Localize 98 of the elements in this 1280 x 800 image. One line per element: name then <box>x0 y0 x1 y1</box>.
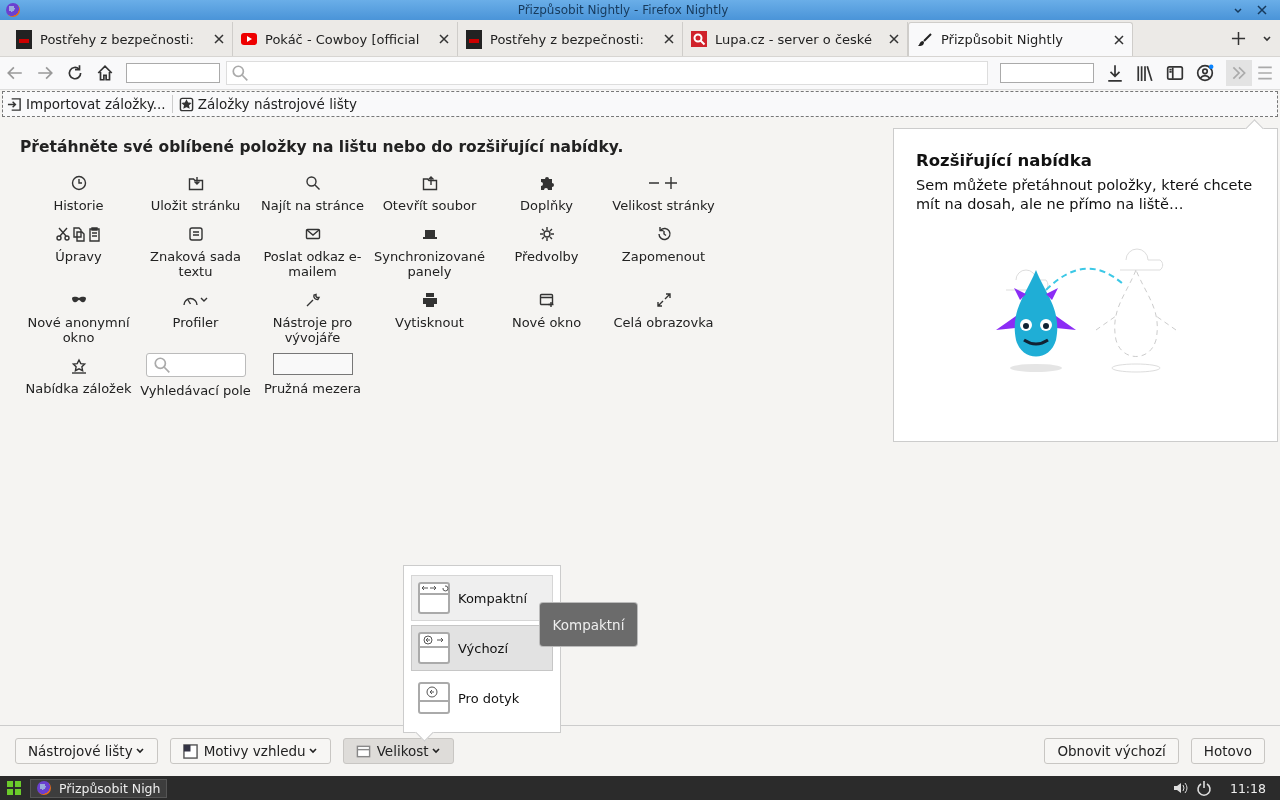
search-icon <box>304 174 321 192</box>
palette-item[interactable]: Nástroje pro vývojáře <box>254 291 371 345</box>
palette-item[interactable]: Předvolby <box>488 225 605 279</box>
play-icon <box>241 31 257 47</box>
start-menu-icon[interactable] <box>6 780 22 796</box>
edit-icon <box>54 225 103 243</box>
tab-list-icon[interactable] <box>1262 34 1272 44</box>
close-tab-icon[interactable] <box>1114 34 1124 45</box>
browser-logo-icon <box>37 781 51 795</box>
window-title: Přizpůsobit Nightly - Firefox Nightly <box>516 3 730 17</box>
search-icon <box>231 64 249 82</box>
done-button[interactable]: Hotovo <box>1190 738 1265 764</box>
reload-icon[interactable] <box>66 64 84 82</box>
window-preview-icon <box>418 682 450 714</box>
palette-item[interactable]: Nové okno <box>488 291 605 345</box>
close-tab-icon[interactable] <box>664 34 674 44</box>
palette-item[interactable]: Pružná mezera <box>254 357 371 398</box>
sidebar-icon[interactable] <box>1166 64 1184 82</box>
bookmark-item[interactable]: Záložky nástrojové lišty <box>178 96 357 112</box>
palette-heading: Přetáhněte své oblíbené položky na lištu nebo do rozšiřující nabídky. <box>20 138 625 156</box>
home-icon[interactable] <box>96 64 114 82</box>
panel-description: Sem můžete přetáhnout položky, které chcete mít na dosah, ale ne přímo na liště… <box>916 176 1254 214</box>
browser-tab[interactable]: Postřehy z bezpečnosti: <box>8 22 233 56</box>
close-tab-icon[interactable] <box>214 34 224 44</box>
settings-icon <box>538 225 555 243</box>
download-icon[interactable] <box>1106 64 1124 82</box>
new-tab-icon[interactable] <box>1231 31 1246 46</box>
palette-item[interactable]: Vyhledávací pole <box>137 357 254 398</box>
charset-icon <box>187 225 204 243</box>
wrench-icon <box>304 291 321 309</box>
palette-item[interactable]: Nabídka záložek <box>20 357 137 398</box>
printer-icon <box>421 291 438 309</box>
caret-icon <box>307 746 318 756</box>
caret-icon <box>134 746 145 756</box>
forward-icon[interactable] <box>36 64 54 82</box>
library-icon[interactable] <box>1136 64 1154 82</box>
clock: 11:18 <box>1229 780 1266 796</box>
density-option[interactable]: Kompaktní <box>411 575 553 621</box>
window-preview-icon <box>418 582 450 614</box>
palette-item[interactable]: Celá obrazovka <box>605 291 722 345</box>
magnifier-favicon-icon <box>691 31 707 47</box>
browser-tab[interactable]: Lupa.cz - server o české <box>683 22 908 56</box>
taskbar-window-button[interactable]: Přizpůsobit Nigh <box>30 778 168 798</box>
palette-item[interactable]: Zapomenout <box>605 225 722 279</box>
volume-icon[interactable] <box>1171 780 1188 796</box>
chevrons-icon <box>1230 64 1248 82</box>
density-dropdown[interactable]: Velikost <box>342 738 454 764</box>
density-option[interactable]: Pro dotyk <box>411 675 553 721</box>
palette-item[interactable]: Synchronizované panely <box>371 225 488 279</box>
close-icon[interactable] <box>1257 5 1267 15</box>
palette-item[interactable]: Vytisknout <box>371 291 488 345</box>
palette-item[interactable]: Velikost stránky <box>605 174 722 213</box>
toolbars-dropdown[interactable]: Nástrojové lišty <box>15 738 158 764</box>
history-icon <box>655 225 672 243</box>
back-icon[interactable] <box>6 64 24 82</box>
puzzle-icon <box>538 174 555 192</box>
palette-item[interactable]: Znaková sada textu <box>137 225 254 279</box>
minimize-icon[interactable] <box>1233 5 1243 15</box>
palette-item[interactable]: Poslat odkaz e-mailem <box>254 225 371 279</box>
close-tab-icon[interactable] <box>889 34 899 44</box>
folder-icon <box>421 174 438 192</box>
density-icon <box>355 743 371 759</box>
close-tab-icon[interactable] <box>439 34 449 44</box>
density-option[interactable]: Výchozí <box>411 625 553 671</box>
browser-tab[interactable]: Přizpůsobit Nightly <box>908 22 1133 56</box>
import-icon <box>7 96 22 112</box>
search-icon <box>152 356 171 374</box>
browser-logo-icon <box>6 3 20 17</box>
browser-tab[interactable]: Pokáč - Cowboy [official <box>233 22 458 56</box>
bookmark-item[interactable]: Importovat záložky... <box>7 96 166 112</box>
palette-item[interactable]: Uložit stránku <box>137 174 254 213</box>
themes-dropdown[interactable]: Motivy vzhledu <box>169 738 331 764</box>
zoom-icon <box>647 174 680 192</box>
new-window-icon <box>538 291 555 309</box>
expand-icon <box>655 291 672 309</box>
clock-icon <box>70 174 87 192</box>
star-tray-icon <box>70 357 87 375</box>
palette-item[interactable]: Nové anonymní okno <box>20 291 137 345</box>
star-icon <box>178 96 194 112</box>
favicon-icon <box>16 29 32 49</box>
theme-icon <box>182 743 198 759</box>
restore-defaults-button[interactable]: Obnovit výchozí <box>1044 738 1179 764</box>
palette-item[interactable]: Otevřít soubor <box>371 174 488 213</box>
caret-icon <box>430 746 441 756</box>
tooltip: Kompaktní <box>540 603 637 646</box>
panel-title: Rozšiřující nabídka <box>916 151 1093 170</box>
palette-item[interactable]: Profiler <box>137 291 254 345</box>
palette-item[interactable]: Úpravy <box>20 225 137 279</box>
palette-item[interactable]: Doplňky <box>488 174 605 213</box>
account-icon[interactable] <box>1196 64 1214 82</box>
power-icon[interactable] <box>1195 780 1212 796</box>
browser-tab[interactable]: Postřehy z bezpečnosti: <box>458 22 683 56</box>
save-page-icon <box>187 174 204 192</box>
favicon-icon <box>466 29 482 49</box>
palette-item[interactable]: Historie <box>20 174 137 213</box>
palette-item[interactable]: Najít na stránce <box>254 174 371 213</box>
window-preview-icon <box>418 632 450 664</box>
brush-icon <box>917 31 933 48</box>
